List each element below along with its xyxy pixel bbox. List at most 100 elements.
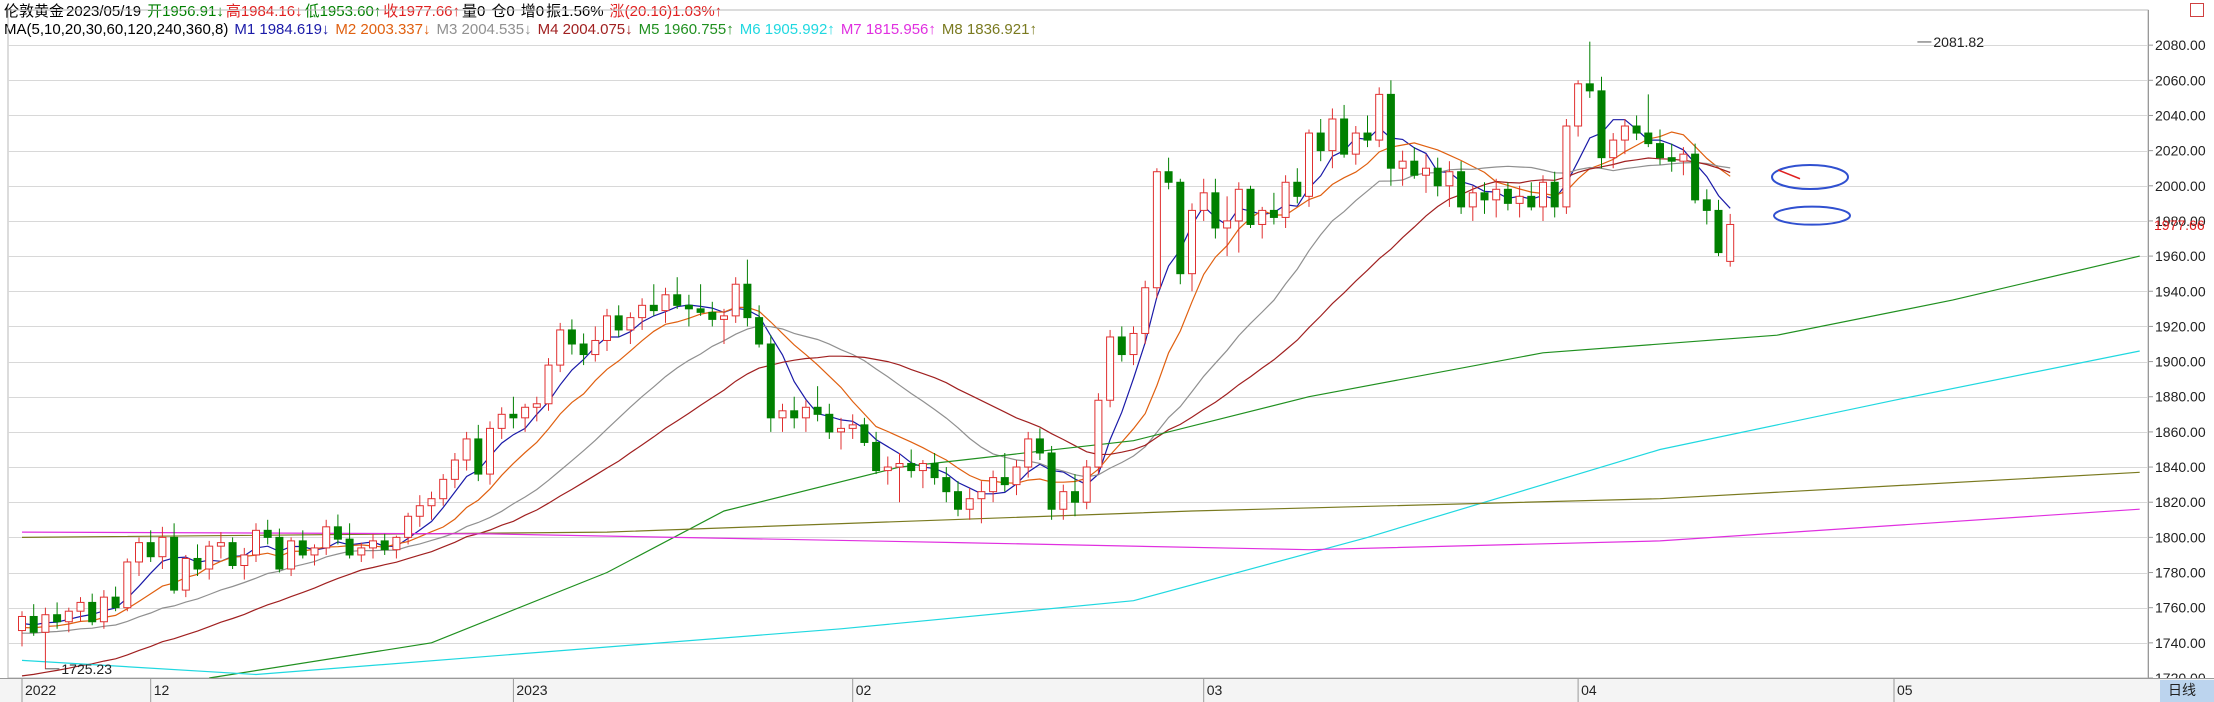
candle-body [1375, 93, 1384, 141]
candle-body [1468, 192, 1477, 208]
candle [872, 431, 881, 475]
grid [7, 9, 2149, 679]
candle [76, 597, 85, 622]
candle [766, 335, 775, 432]
candle [64, 607, 73, 633]
candle-body [1141, 287, 1150, 334]
candle-body [1539, 181, 1547, 208]
candle-body [1129, 332, 1138, 356]
candle [240, 547, 249, 580]
candle [579, 333, 588, 366]
candle-body [1562, 125, 1571, 208]
candle-body [415, 505, 424, 517]
candle-body [193, 557, 202, 570]
candle-body [1117, 336, 1126, 356]
y-tick-label: 1880.00 [2155, 389, 2206, 405]
candle-body [1457, 171, 1466, 208]
candle-body [333, 526, 342, 540]
candle [1574, 80, 1583, 137]
candle [1094, 393, 1103, 475]
candle-body [357, 547, 366, 556]
y-tick-label: 2040.00 [2155, 107, 2206, 123]
candle-body [1702, 199, 1711, 211]
candle-body [99, 596, 108, 623]
candle-body [1492, 188, 1501, 201]
candle-body [1691, 153, 1700, 201]
candle [1714, 199, 1723, 257]
candle-body [1585, 83, 1594, 92]
candle [731, 277, 740, 323]
candle [1199, 178, 1208, 221]
candle [1129, 326, 1138, 366]
candle [1667, 143, 1676, 172]
candle-body [1059, 491, 1068, 510]
candle-body [1246, 188, 1255, 225]
candle [544, 358, 553, 411]
y-tick-label: 1760.00 [2155, 600, 2206, 616]
candle [1082, 460, 1091, 510]
candle [954, 481, 962, 517]
candle [755, 305, 764, 348]
candle [1000, 452, 1009, 492]
candle-body [1164, 171, 1173, 183]
candle [287, 537, 296, 577]
candle-body [1035, 438, 1044, 454]
candle-body [158, 536, 167, 558]
candle-body [626, 317, 635, 331]
candle-body [240, 554, 249, 566]
candle [591, 326, 600, 362]
candle-body [392, 536, 401, 551]
candle-body [801, 406, 810, 419]
candle-body [848, 424, 857, 429]
candle [965, 488, 974, 520]
candle-body [1574, 83, 1583, 127]
candle [1188, 203, 1196, 292]
candle [41, 607, 50, 670]
candle-body [778, 410, 787, 419]
candle-body [1527, 195, 1536, 208]
candle-body [825, 413, 834, 433]
candle [883, 456, 892, 485]
max-label: 2081.82 [1933, 34, 1984, 50]
candle-body [1726, 223, 1735, 262]
candle-body [965, 498, 974, 510]
candle [860, 417, 869, 446]
candle [813, 386, 822, 422]
candle-body [1305, 132, 1313, 197]
y-tick-label: 2080.00 [2155, 37, 2206, 53]
candle [848, 414, 857, 439]
candle-body [216, 542, 225, 547]
candle [1351, 126, 1360, 165]
candle-body [1480, 192, 1489, 201]
candle-body [404, 515, 413, 538]
candle-body [76, 601, 85, 612]
y-axis: 1720.001740.001760.001780.001800.001820.… [2148, 10, 2206, 686]
candlestick-chart[interactable]: 1720.001740.001760.001780.001800.001820.… [0, 0, 2214, 702]
x-tick-label: 02 [856, 682, 872, 698]
candle-body [1269, 209, 1278, 218]
candle-body [743, 283, 752, 319]
candle-body [111, 596, 120, 609]
candle [18, 611, 26, 647]
candle [497, 407, 506, 439]
candle [1691, 143, 1700, 204]
candle [1562, 118, 1571, 214]
candle-body [1082, 466, 1091, 503]
candle [1702, 189, 1711, 225]
candle [1620, 118, 1629, 155]
candle [1539, 175, 1547, 221]
candle-body [1351, 132, 1360, 155]
candle-body [532, 403, 541, 408]
candle [1433, 157, 1442, 197]
candle-body [29, 615, 38, 633]
x-tick-label: 12 [154, 682, 170, 698]
candle-body [123, 561, 132, 609]
candle-body [41, 614, 50, 633]
candle-body [708, 311, 717, 320]
x-axis: 20221220230203040506日线 [0, 678, 2214, 702]
candle [1492, 178, 1501, 218]
candle-body [544, 364, 553, 405]
candle [135, 537, 143, 577]
candle-body [450, 459, 459, 480]
candle-body [895, 463, 904, 468]
